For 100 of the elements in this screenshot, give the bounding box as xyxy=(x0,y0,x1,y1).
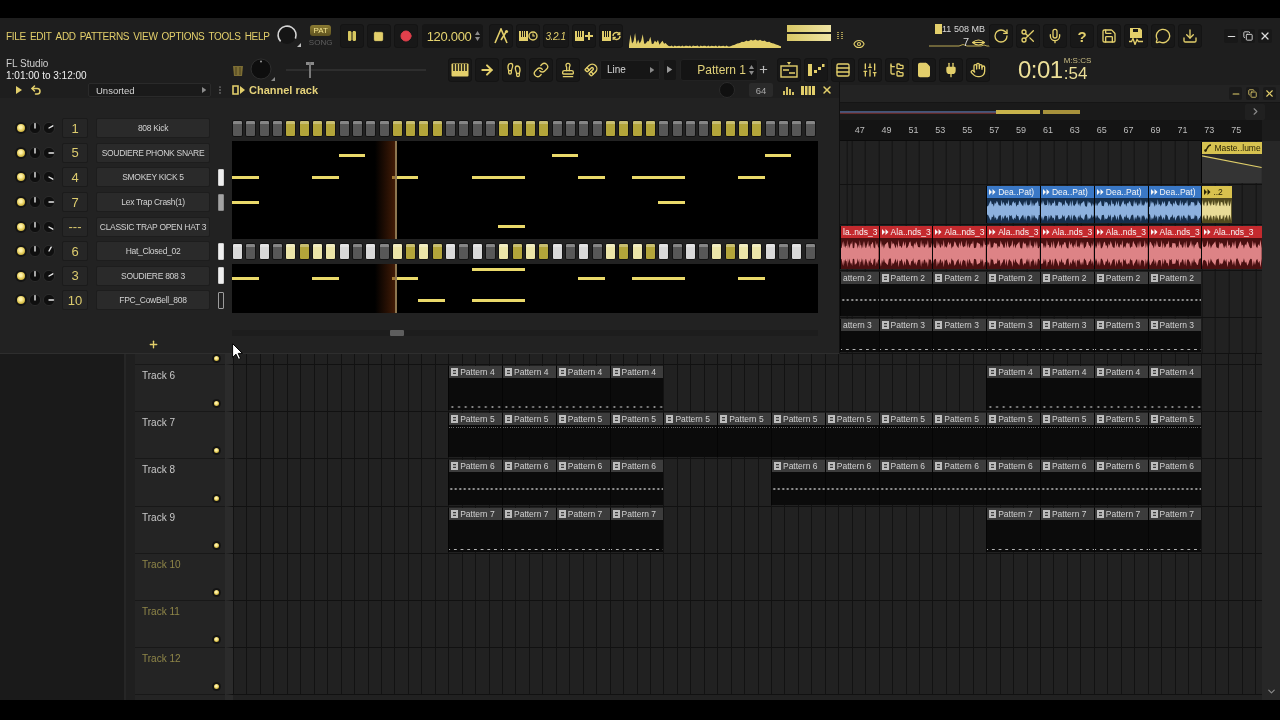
mixer-track-field[interactable]: --- xyxy=(62,216,88,237)
audio-clip[interactable]: Ala..nds_3 xyxy=(1040,226,1094,269)
audio-clip[interactable]: Ala..nds_3 xyxy=(878,226,933,269)
piano-keys-icon[interactable] xyxy=(801,85,815,95)
pattern-clip[interactable]: Pattern 6 xyxy=(609,460,664,505)
pattern-clip[interactable]: Pattern 7 xyxy=(448,508,502,552)
undo-button[interactable] xyxy=(989,24,1013,48)
channel-led[interactable] xyxy=(15,220,27,233)
cut-button[interactable] xyxy=(1016,24,1040,48)
pattern-clip[interactable]: Pattern 5 xyxy=(878,413,933,457)
audio-clip[interactable]: Dea..Pat) xyxy=(1040,186,1094,223)
volume-knob[interactable] xyxy=(43,122,55,135)
pattern-clip[interactable]: Pattern 5 xyxy=(555,413,610,457)
step-button[interactable] xyxy=(391,119,403,137)
step-button[interactable] xyxy=(631,242,643,260)
short-audio-clip[interactable]: ..2 xyxy=(1201,186,1232,223)
step-button[interactable] xyxy=(724,242,736,260)
mixer-track-field[interactable]: 3 xyxy=(62,265,88,286)
pattern-clip[interactable]: Pattern 4 xyxy=(448,366,502,410)
channel-name-button[interactable]: SMOKEY KICK 5 xyxy=(96,167,210,188)
pattern-clip[interactable]: Pattern 6 xyxy=(878,460,933,505)
audio-clip[interactable]: Ala..nds_3 xyxy=(1093,226,1148,269)
audio-clip[interactable]: Dea..Pat) xyxy=(986,186,1040,223)
step-button[interactable] xyxy=(684,242,696,260)
channel-name-button[interactable]: FPC_CowBell_808 xyxy=(96,290,210,311)
pattern-clip[interactable]: Pattern 6 xyxy=(448,460,502,505)
channel-select-indicator[interactable] xyxy=(218,291,224,309)
channel-settings-button[interactable] xyxy=(858,57,882,82)
step-button[interactable] xyxy=(604,242,616,260)
pattern-clip[interactable]: Pattern 6 xyxy=(770,460,825,505)
menu-item[interactable]: EDIT xyxy=(29,30,52,42)
channel-name-button[interactable]: SOUDIERE PHONK SNARE xyxy=(96,142,210,163)
volume-knob[interactable] xyxy=(43,146,55,159)
step-button[interactable] xyxy=(431,119,443,137)
step-button[interactable] xyxy=(751,119,763,137)
snap-dropdown[interactable]: Line xyxy=(600,59,660,80)
menu-item[interactable]: HELP xyxy=(244,30,270,42)
volume-knob[interactable] xyxy=(43,196,55,209)
browser-button[interactable] xyxy=(885,57,909,82)
pattern-clip[interactable]: Pattern 6 xyxy=(824,460,879,505)
pattern-clip[interactable]: attern 2 xyxy=(840,272,879,316)
pattern-clip[interactable]: Pattern 6 xyxy=(1147,460,1202,505)
mixer-track-field[interactable]: 5 xyxy=(62,142,88,163)
pattern-clip[interactable]: Pattern 4 xyxy=(609,366,664,410)
restore-button[interactable] xyxy=(1246,87,1259,100)
pattern-selector[interactable]: Pattern 1 xyxy=(680,58,758,81)
pause-button[interactable] xyxy=(339,24,364,48)
record-audio-button[interactable] xyxy=(1043,24,1067,48)
volume-knob[interactable] xyxy=(43,294,55,307)
steps-field[interactable]: 64 xyxy=(749,83,773,97)
step-button[interactable] xyxy=(711,119,723,137)
step-button[interactable] xyxy=(644,119,656,137)
channel-led[interactable] xyxy=(15,245,27,258)
pattern-clip[interactable]: Pattern 5 xyxy=(609,413,664,457)
pan-knob[interactable] xyxy=(29,122,41,135)
loop-record-button[interactable] xyxy=(598,24,623,48)
pattern-clip[interactable]: Pattern 5 xyxy=(770,413,825,457)
step-button[interactable] xyxy=(511,119,523,137)
pattern-clip[interactable]: Pattern 6 xyxy=(555,460,610,505)
step-button[interactable] xyxy=(498,119,510,137)
step-button[interactable] xyxy=(232,242,243,260)
pattern-clip[interactable]: Pattern 5 xyxy=(502,413,556,457)
pattern-clip[interactable]: Pattern 5 xyxy=(824,413,879,457)
step-button[interactable] xyxy=(405,119,417,137)
audio-clip[interactable]: Dea..Pat) xyxy=(1147,186,1202,223)
pattern-clip[interactable]: Pattern 4 xyxy=(986,366,1040,410)
step-button[interactable] xyxy=(618,242,630,260)
arrow-button[interactable] xyxy=(475,57,499,82)
tempo-field[interactable]: 120.000 xyxy=(421,24,483,48)
restore-button[interactable] xyxy=(1241,29,1255,43)
pattern-clip[interactable]: Pattern 6 xyxy=(1039,460,1094,505)
save-button[interactable] xyxy=(1097,24,1121,48)
menu-item[interactable]: PATTERNS xyxy=(79,30,130,42)
pattern-clip[interactable]: Pattern 4 xyxy=(1147,366,1202,410)
pattern-clip[interactable]: Pattern 5 xyxy=(986,413,1040,457)
channel-led[interactable] xyxy=(15,171,27,184)
mixer-track-field[interactable]: 1 xyxy=(62,118,88,139)
volume-knob[interactable] xyxy=(43,220,55,233)
step-button[interactable] xyxy=(325,242,337,260)
step-button[interactable] xyxy=(365,242,377,260)
pattern-clip[interactable]: Pattern 2 xyxy=(1147,272,1202,316)
menu-item[interactable]: VIEW xyxy=(133,30,158,42)
channel-led[interactable] xyxy=(15,146,27,159)
step-button[interactable] xyxy=(338,242,350,260)
step-button[interactable] xyxy=(418,242,430,260)
pattern-clip[interactable]: Pattern 2 xyxy=(986,272,1040,316)
step-button[interactable] xyxy=(525,242,536,260)
pattern-clip[interactable]: Pattern 6 xyxy=(502,460,556,505)
pattern-menu-button[interactable] xyxy=(664,59,676,80)
track-mute-led[interactable] xyxy=(212,494,221,503)
step-button[interactable] xyxy=(298,242,310,260)
step-button[interactable] xyxy=(525,119,536,137)
download-button[interactable] xyxy=(1178,24,1202,48)
channel-name-button[interactable]: Lex Trap Crash(1) xyxy=(96,192,210,213)
typing-keyboard-button[interactable] xyxy=(448,57,472,82)
stamp-button[interactable] xyxy=(556,57,580,82)
undo-arrow-icon[interactable] xyxy=(30,84,42,96)
audio-clip[interactable]: Ala..nds_3 xyxy=(1201,226,1262,269)
channel-select-indicator[interactable] xyxy=(218,193,224,211)
playlist-button[interactable] xyxy=(777,57,801,82)
